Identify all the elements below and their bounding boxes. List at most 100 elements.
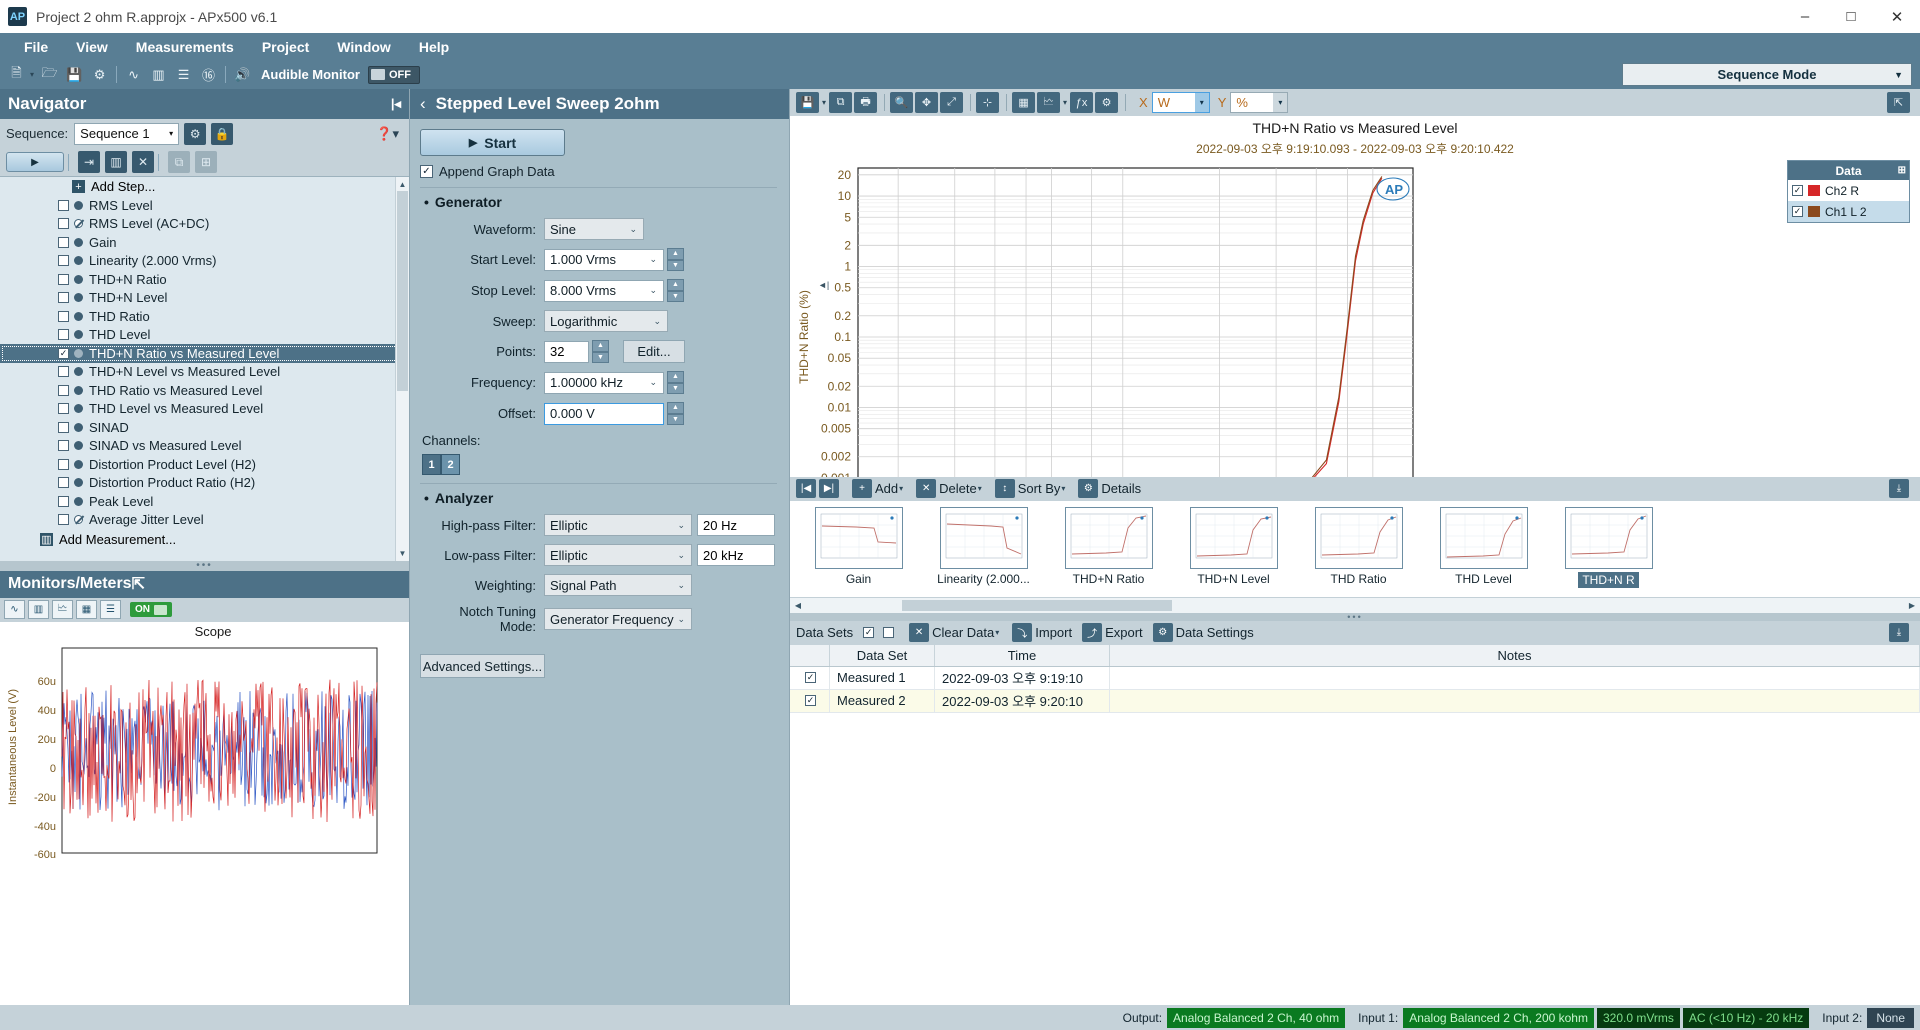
high-pass-freq-input[interactable]: 20 Hz	[697, 514, 775, 536]
list-icon[interactable]: ☰	[173, 64, 194, 85]
weighting-select[interactable]: Signal Path ⌄	[544, 574, 692, 596]
maximize-button[interactable]: □	[1828, 0, 1874, 33]
waveform-icon[interactable]: ∿	[123, 64, 144, 85]
data-sets-splitter[interactable]: •••	[790, 612, 1920, 622]
graph-settings-icon[interactable]: ⚙	[1095, 92, 1119, 113]
open-project-icon[interactable]: 🗁	[39, 64, 60, 85]
panel-splitter[interactable]: •••	[0, 560, 409, 571]
add-measurement-row[interactable]: ▥ Add Measurement...	[0, 529, 409, 550]
input2-value[interactable]: None	[1867, 1007, 1914, 1028]
thumbnail-scrollbar[interactable]: ◀ ▶	[790, 596, 1920, 613]
scrollbar-thumb[interactable]	[397, 191, 408, 391]
legend-checkbox[interactable]: ✓	[1792, 185, 1803, 196]
select-all-checkbox[interactable]: ✓	[863, 627, 875, 638]
input1-value[interactable]: Analog Balanced 2 Ch, 200 kohm	[1403, 1007, 1594, 1028]
navigator-item[interactable]: THD+N Level	[0, 289, 409, 308]
navigator-item-checkbox[interactable]	[58, 310, 69, 322]
scroll-right-icon[interactable]: ▶	[1904, 601, 1920, 610]
navigator-item[interactable]: Linearity (2.000 Vrms)	[0, 252, 409, 271]
sequence-select[interactable]: Sequence 1 ▾	[74, 122, 180, 145]
x-axis-unit-select[interactable]: W ▾	[1151, 92, 1210, 113]
menu-file[interactable]: File	[10, 36, 62, 58]
copy-step-icon[interactable]: ⧉	[168, 151, 190, 173]
navigator-item[interactable]: THD Level vs Measured Level	[0, 400, 409, 419]
sequence-settings-icon[interactable]: ⚙	[184, 122, 207, 145]
thumbnails-collapse-icon[interactable]: ⤓	[1889, 479, 1909, 498]
navigator-item-checkbox[interactable]	[58, 329, 69, 341]
channel-2-button[interactable]: 2	[441, 454, 460, 475]
legend-row[interactable]: ✓ Ch1 L 2	[1788, 201, 1909, 222]
scroll-left-icon[interactable]: ◀	[790, 601, 806, 610]
output-value[interactable]: Analog Balanced 2 Ch, 40 ohm	[1167, 1007, 1346, 1028]
main-chart[interactable]: THD+N Ratio vs Measured Level 2022-09-03…	[790, 116, 1920, 543]
clear-data-icon[interactable]: ✕	[909, 623, 930, 642]
thumbnail-item[interactable]: THD+N Ratio	[1046, 506, 1171, 586]
edit-points-button[interactable]: Edit...	[623, 340, 685, 363]
paste-step-icon[interactable]: ⊞	[195, 151, 217, 173]
navigator-item-checkbox[interactable]	[58, 495, 69, 507]
deselect-all-checkbox[interactable]	[883, 627, 895, 638]
new-document-dropdown-icon[interactable]: ▾	[30, 70, 34, 79]
help-icon[interactable]: ❓▾	[376, 126, 399, 142]
monitors-popout-icon[interactable]: ⇱	[132, 574, 145, 594]
print-icon[interactable]: 🖶	[854, 92, 878, 113]
pan-icon[interactable]: ✥	[915, 92, 939, 113]
navigator-item[interactable]: Distortion Product Ratio (H2)	[0, 474, 409, 493]
thumbnail-item[interactable]: Gain	[796, 506, 921, 586]
delete-icon[interactable]: ✕	[916, 479, 937, 498]
legend-checkbox[interactable]: ✓	[1792, 206, 1803, 217]
navigator-item[interactable]: THD Ratio	[0, 307, 409, 326]
import-icon[interactable]: ⤵	[1012, 623, 1033, 642]
start-button[interactable]: ▶ Start	[420, 129, 565, 156]
chevron-down-icon[interactable]: ▾	[1061, 484, 1065, 493]
details-icon[interactable]: ⚙	[1078, 479, 1099, 498]
settings-gear-icon[interactable]: ⚙	[89, 64, 110, 85]
meter-view-icon[interactable]: ▥	[28, 600, 49, 619]
thumbnail-item[interactable]: Linearity (2.000...	[921, 506, 1046, 586]
sequence-lock-icon[interactable]: 🔒	[211, 122, 234, 145]
save-icon[interactable]: 💾	[64, 64, 85, 85]
navigator-item-checkbox[interactable]	[58, 458, 69, 470]
table-row[interactable]: ✓ Measured 2 2022-09-03 오후 9:20:10	[790, 689, 1920, 713]
navigator-item[interactable]: SINAD vs Measured Level	[0, 437, 409, 456]
add-step-row[interactable]: + Add Step...	[0, 177, 409, 196]
navigator-item-checkbox[interactable]: ✓	[58, 347, 69, 359]
close-button[interactable]: ✕	[1874, 0, 1920, 33]
first-measurement-icon[interactable]: |◀	[796, 479, 816, 498]
navigator-item-checkbox[interactable]	[58, 403, 69, 415]
chevron-down-icon[interactable]: ▾	[978, 484, 982, 493]
navigator-item[interactable]: Gain	[0, 233, 409, 252]
fx-icon[interactable]: ƒx	[1070, 92, 1094, 113]
fit-icon[interactable]: ⤢	[940, 92, 964, 113]
copy-icon[interactable]: ⧉	[829, 92, 853, 113]
high-pass-select[interactable]: Elliptic ⌄	[544, 514, 692, 536]
stop-level-stepper[interactable]: ▲ ▼	[667, 279, 684, 302]
save-graph-dropdown-icon[interactable]: ▾	[822, 98, 826, 107]
menu-measurements[interactable]: Measurements	[122, 36, 248, 58]
frequency-input[interactable]: 1.00000 kHz ⌄	[544, 371, 664, 394]
graph-type-dropdown-icon[interactable]: ▾	[1063, 98, 1067, 107]
navigator-item[interactable]: THD+N Ratio	[0, 270, 409, 289]
thumbnail-item[interactable]: THD Ratio	[1296, 506, 1421, 586]
navigator-item-checkbox[interactable]	[58, 477, 69, 489]
navigator-item[interactable]: Average Jitter Level	[0, 511, 409, 530]
navigator-item-checkbox[interactable]	[58, 514, 69, 526]
points-stepper[interactable]: ▲ ▼	[592, 340, 609, 363]
navigator-item-checkbox[interactable]	[58, 421, 69, 433]
frequency-stepper[interactable]: ▲ ▼	[667, 371, 684, 394]
cursor-icon[interactable]: ⊹	[976, 92, 1000, 113]
bar-graph-icon[interactable]: ▥	[148, 64, 169, 85]
next-measurement-icon[interactable]: ▶|	[819, 479, 839, 498]
navigator-item-checkbox[interactable]	[58, 366, 69, 378]
input1-level[interactable]: 320.0 mVrms	[1596, 1007, 1680, 1028]
menu-help[interactable]: Help	[405, 36, 463, 58]
thumbnail-item[interactable]: THD+N Level	[1171, 506, 1296, 586]
navigator-item[interactable]: THD+N Level vs Measured Level	[0, 363, 409, 382]
low-pass-freq-input[interactable]: 20 kHz	[697, 544, 775, 566]
navigator-item[interactable]: Peak Level	[0, 492, 409, 511]
row-checkbox-cell[interactable]: ✓	[790, 689, 830, 712]
expand-icon[interactable]: ⇱	[1887, 92, 1910, 113]
notch-tuning-select[interactable]: Generator Frequency ⌄	[544, 608, 692, 630]
y-axis-unit-select[interactable]: % ▾	[1230, 92, 1289, 113]
start-level-input[interactable]: 1.000 Vrms ⌄	[544, 248, 664, 271]
